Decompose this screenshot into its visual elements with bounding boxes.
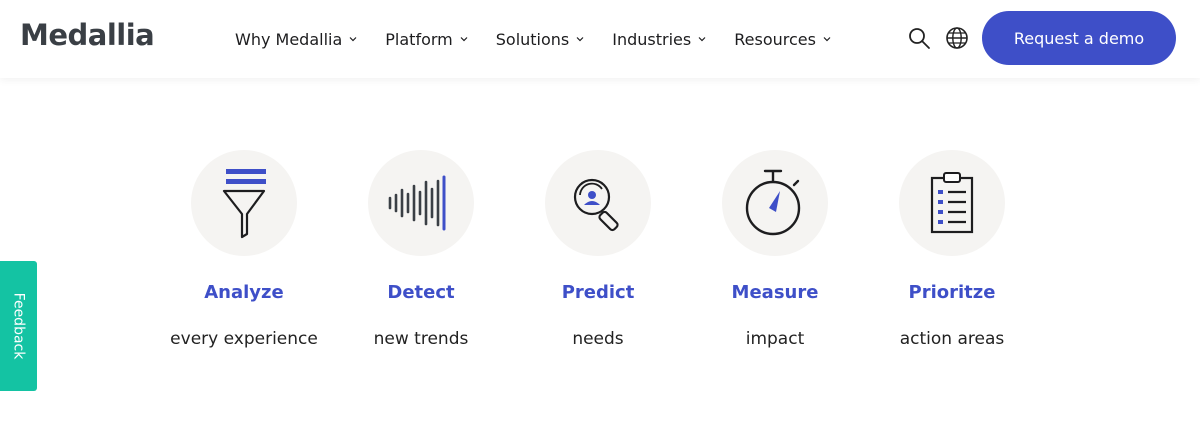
nav-resources[interactable]: Resources xyxy=(734,30,832,49)
chevron-down-icon xyxy=(576,37,584,42)
feature-subtitle: every experience xyxy=(170,329,318,349)
chevron-down-icon xyxy=(460,37,468,42)
clipboard-list-icon xyxy=(930,172,974,234)
nav-label: Platform xyxy=(385,29,453,49)
feature-icon-circle xyxy=(722,150,828,256)
feature-subtitle: action areas xyxy=(899,329,1005,349)
medallia-logo[interactable]: Medallia xyxy=(20,18,155,52)
feature-icon-circle xyxy=(368,150,474,256)
feature-subtitle: needs xyxy=(572,329,624,349)
feature-analyze: Analyze every experience xyxy=(154,150,334,349)
nav-label: Why Medallia xyxy=(235,29,343,49)
nav-platform[interactable]: Platform xyxy=(385,30,468,49)
request-demo-button[interactable]: Request a demo xyxy=(982,11,1176,65)
magnifier-person-icon xyxy=(573,178,619,232)
main-nav: Why Medallia Platform Solutions Industri… xyxy=(235,0,859,78)
features-row: Analyze every experience Detect new tren… xyxy=(0,150,1200,370)
feature-subtitle: impact xyxy=(745,329,805,349)
soundwave-icon xyxy=(388,175,446,231)
nav-why-medallia[interactable]: Why Medallia xyxy=(235,30,358,49)
feedback-label: Feedback xyxy=(10,292,27,360)
site-header: Medallia Why Medallia Platform Solutions… xyxy=(0,0,1200,78)
feature-detect: Detect new trends xyxy=(331,150,511,349)
nav-industries[interactable]: Industries xyxy=(612,30,707,49)
feature-subtitle: new trends xyxy=(373,329,469,349)
feature-title: Detect xyxy=(387,282,455,303)
feature-icon-circle xyxy=(899,150,1005,256)
feature-icon-circle xyxy=(191,150,297,256)
chevron-down-icon xyxy=(349,37,357,42)
search-icon[interactable] xyxy=(907,26,931,50)
feature-title: Analyze xyxy=(204,282,284,303)
feature-measure: Measure impact xyxy=(685,150,865,349)
chevron-down-icon xyxy=(823,37,831,42)
feature-title: Measure xyxy=(731,282,819,303)
nav-label: Resources xyxy=(734,29,816,49)
feature-icon-circle xyxy=(545,150,651,256)
globe-icon[interactable] xyxy=(945,26,969,50)
chevron-down-icon xyxy=(698,37,706,42)
stopwatch-icon xyxy=(745,169,801,236)
nav-solutions[interactable]: Solutions xyxy=(496,30,586,49)
feature-predict: Predict needs xyxy=(508,150,688,349)
feature-title: Prioritze xyxy=(908,282,996,303)
feature-prioritize: Prioritze action areas xyxy=(862,150,1042,349)
feature-title: Predict xyxy=(561,282,635,303)
nav-label: Industries xyxy=(612,29,692,49)
nav-label: Solutions xyxy=(495,29,570,49)
funnel-icon xyxy=(222,169,266,239)
feedback-tab[interactable]: Feedback xyxy=(0,261,37,391)
